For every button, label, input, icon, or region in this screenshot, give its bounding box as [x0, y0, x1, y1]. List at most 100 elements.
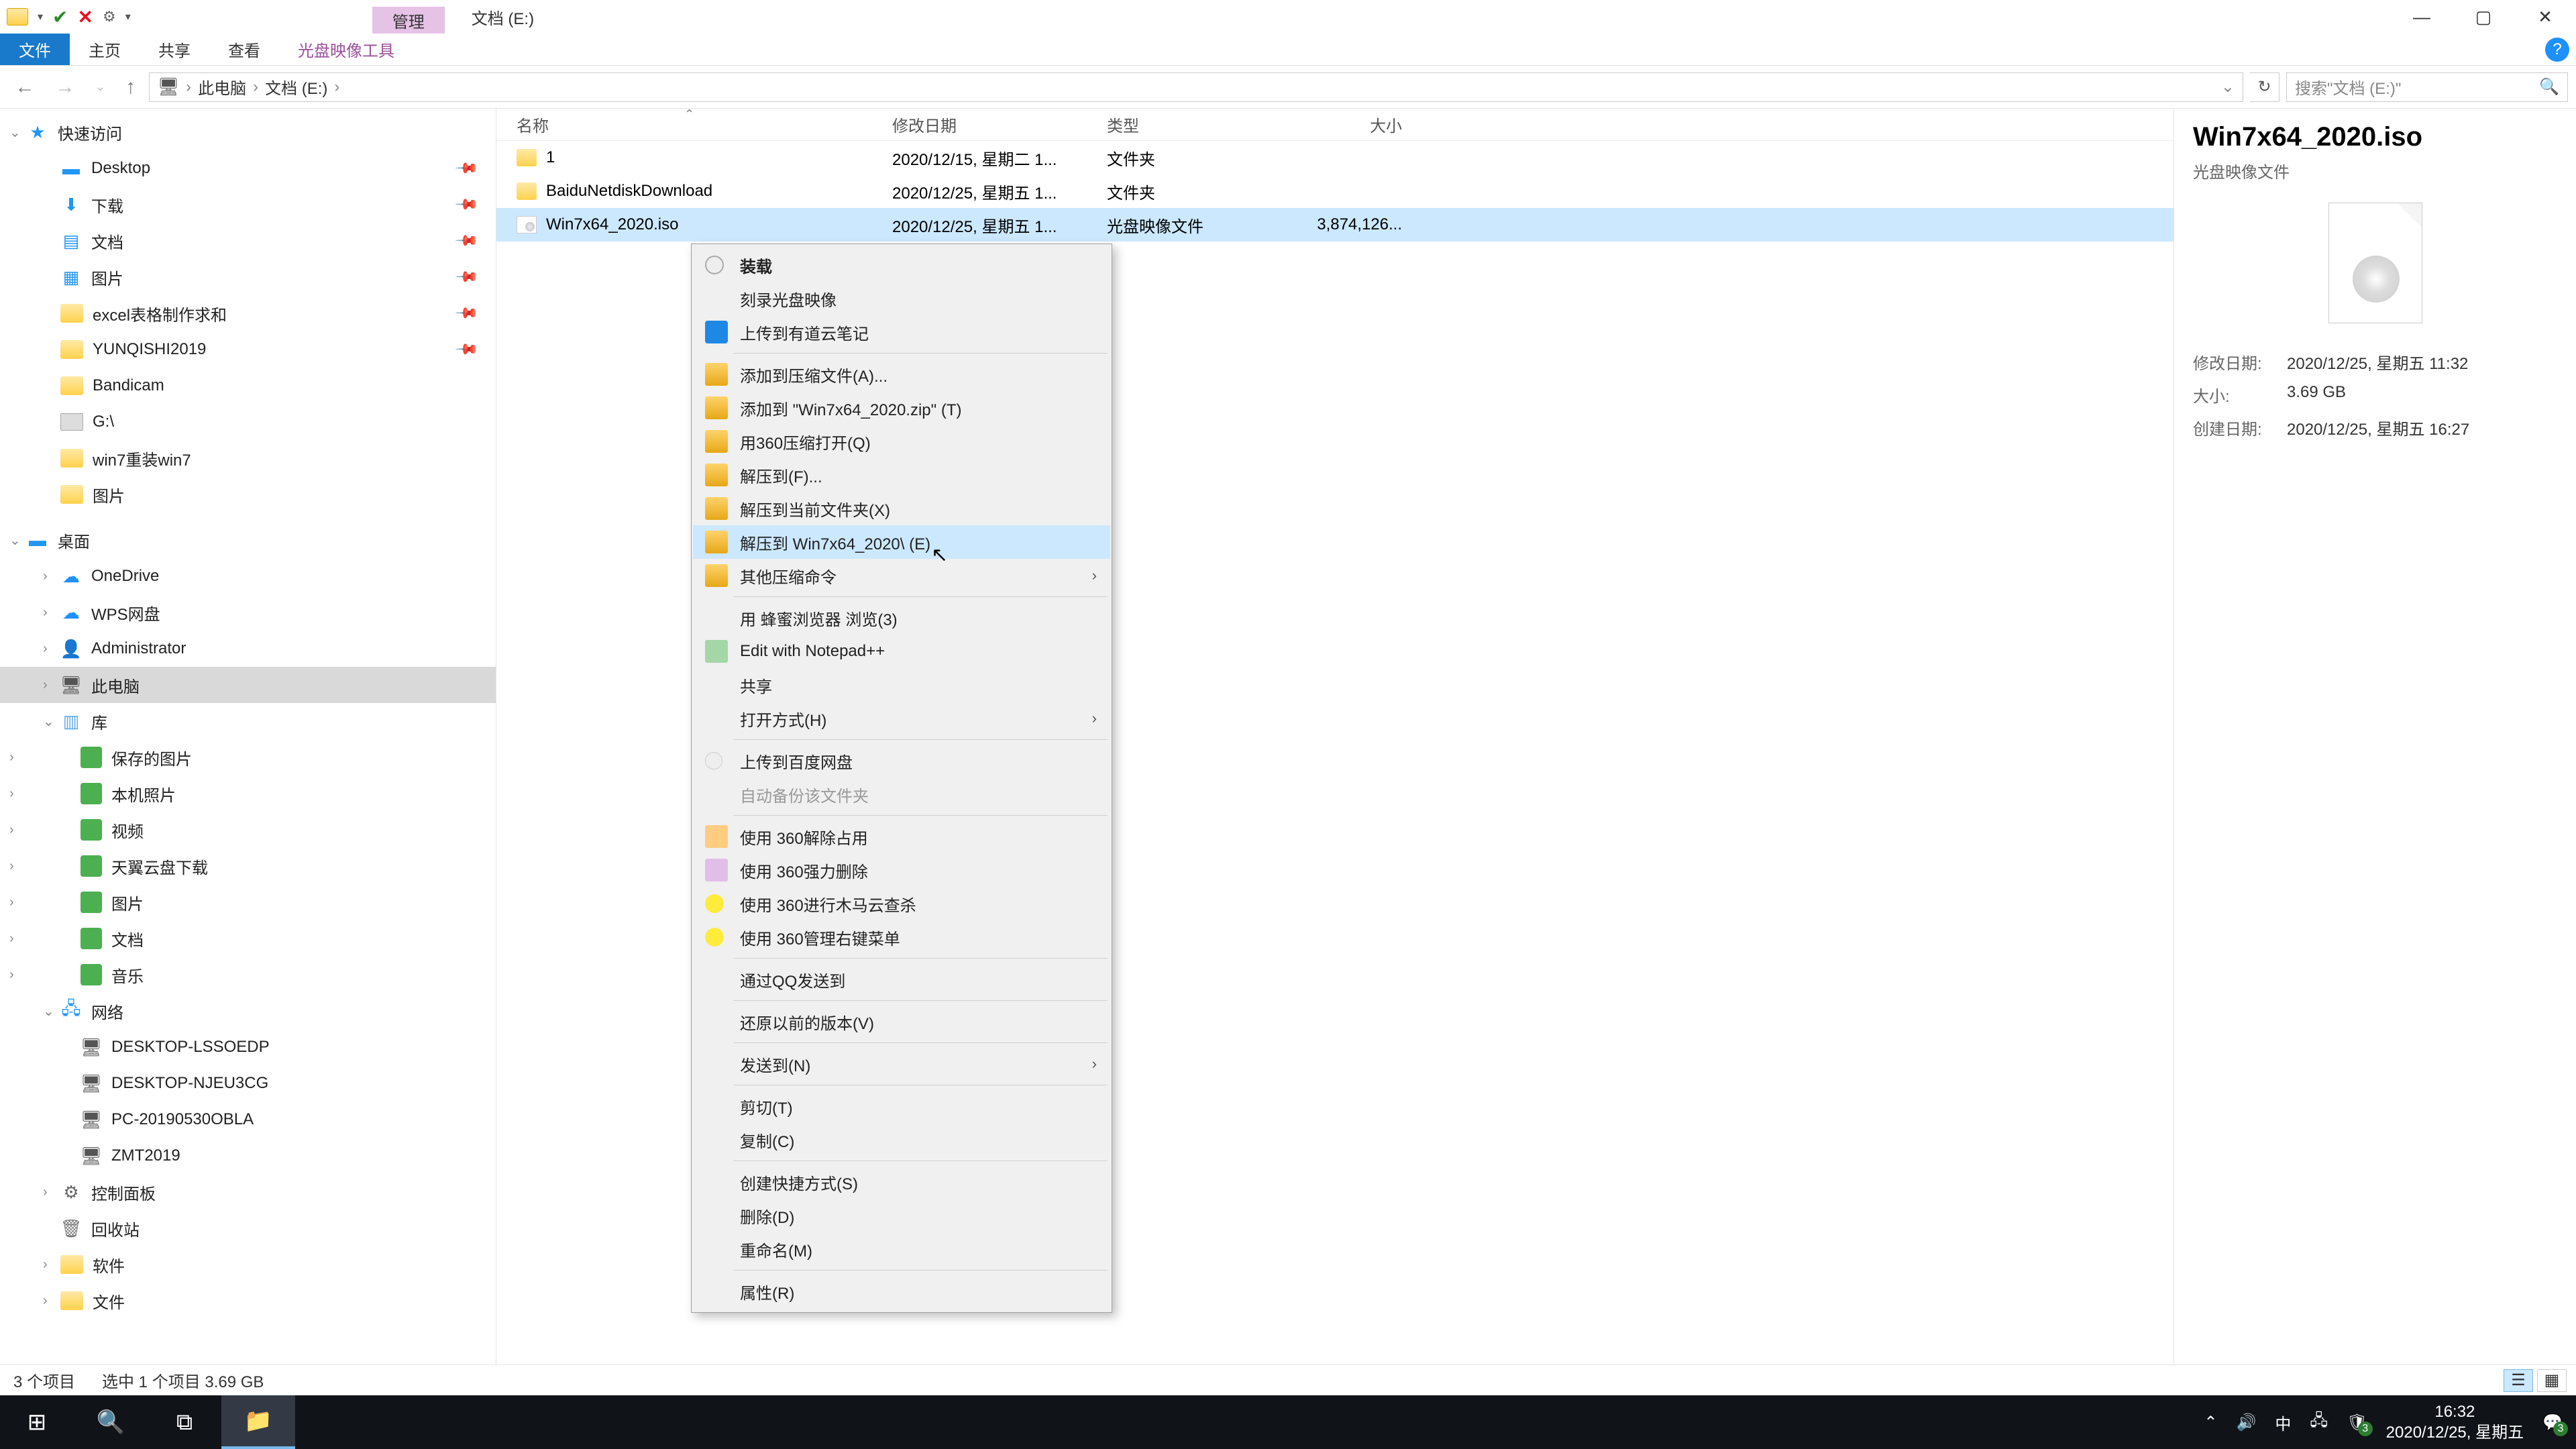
expand-icon[interactable]: ›: [9, 967, 14, 983]
qat-delete-icon[interactable]: ✕: [78, 6, 93, 28]
menu-item[interactable]: 解压到(F)...: [693, 458, 1110, 492]
expand-icon[interactable]: ›: [43, 1257, 48, 1273]
search-button[interactable]: 🔍: [74, 1395, 148, 1449]
expand-icon[interactable]: ›: [9, 786, 14, 802]
col-date[interactable]: 修改日期: [892, 113, 1107, 136]
tree-lib-item[interactable]: ›图片: [0, 884, 496, 920]
menu-item[interactable]: 上传到有道云笔记: [693, 315, 1110, 349]
menu-item[interactable]: 复制(C): [693, 1123, 1110, 1157]
col-type[interactable]: 类型: [1107, 113, 1295, 136]
qat-more-icon[interactable]: ▾: [125, 10, 131, 23]
menu-item[interactable]: 用360压缩打开(Q): [693, 425, 1110, 458]
menu-item[interactable]: 使用 360解除占用: [693, 820, 1110, 853]
menu-item[interactable]: 使用 360强力删除: [693, 853, 1110, 887]
menu-item[interactable]: 添加到压缩文件(A)...: [693, 358, 1110, 391]
app-icon[interactable]: [7, 8, 28, 25]
tree-recycle-bin[interactable]: 🗑回收站: [0, 1210, 496, 1246]
address-bar[interactable]: 🖥 › 此电脑 › 文档 (E:) › ⌄: [149, 72, 2243, 102]
menu-item[interactable]: 还原以前的版本(V): [693, 1005, 1110, 1038]
start-button[interactable]: ⊞: [0, 1395, 74, 1449]
expand-icon[interactable]: ›: [9, 859, 14, 874]
menu-item[interactable]: 解压到当前文件夹(X): [693, 492, 1110, 525]
recent-dropdown-icon[interactable]: ⌄: [89, 80, 112, 94]
forward-button[interactable]: →: [48, 76, 82, 99]
tree-desktop[interactable]: ▬Desktop📌: [0, 150, 496, 186]
tree-folder[interactable]: YUNQISHI2019📌: [0, 331, 496, 368]
col-size[interactable]: 大小: [1295, 113, 1429, 136]
back-button[interactable]: ←: [8, 76, 42, 99]
tree-folder[interactable]: 图片: [0, 476, 496, 513]
network-icon[interactable]: 🖧: [2310, 1409, 2328, 1436]
menu-item[interactable]: 解压到 Win7x64_2020\ (E): [693, 525, 1110, 559]
menu-item[interactable]: Edit with Notepad++: [693, 635, 1110, 668]
task-view-button[interactable]: ⧉: [148, 1395, 221, 1449]
tree-lib-item[interactable]: ›保存的图片: [0, 739, 496, 775]
tree-lib-item[interactable]: ›本机照片: [0, 775, 496, 812]
menu-item[interactable]: 删除(D): [693, 1199, 1110, 1232]
expand-icon[interactable]: ›: [9, 931, 14, 947]
qat-dropdown-icon[interactable]: ▾: [38, 10, 43, 23]
menu-item[interactable]: 共享: [693, 668, 1110, 702]
breadcrumb-sep-icon[interactable]: ›: [186, 78, 191, 97]
tree-folder[interactable]: excel表格制作求和📌: [0, 295, 496, 331]
up-button[interactable]: ↑: [119, 76, 142, 99]
tree-lib-item[interactable]: ›视频: [0, 812, 496, 848]
ime-indicator[interactable]: 中: [2275, 1411, 2291, 1434]
contextual-tab-manage[interactable]: 管理: [372, 7, 445, 34]
breadcrumb-root[interactable]: 此电脑: [198, 75, 246, 99]
tree-documents[interactable]: ▤文档📌: [0, 223, 496, 259]
file-row[interactable]: BaiduNetdiskDownload2020/12/25, 星期五 1...…: [496, 174, 2174, 208]
tree-wps[interactable]: ›☁WPS网盘: [0, 594, 496, 631]
tree-libraries[interactable]: ⌄▥库: [0, 703, 496, 739]
tree-network[interactable]: ⌄🖧网络: [0, 993, 496, 1029]
menu-item[interactable]: 打开方式(H)›: [693, 702, 1110, 735]
expand-icon[interactable]: ›: [9, 750, 14, 765]
expand-icon[interactable]: ›: [43, 1293, 48, 1309]
tree-desktop-root[interactable]: ⌄▬桌面: [0, 522, 496, 558]
menu-item[interactable]: 添加到 "Win7x64_2020.zip" (T): [693, 391, 1110, 425]
search-input[interactable]: 搜索"文档 (E:)" 🔍: [2286, 72, 2568, 102]
clock[interactable]: 16:32 2020/12/25, 星期五: [2386, 1401, 2524, 1443]
search-icon[interactable]: 🔍: [2539, 77, 2559, 97]
collapse-icon[interactable]: ⌄: [43, 1003, 54, 1020]
menu-item[interactable]: 使用 360进行木马云查杀: [693, 887, 1110, 920]
tab-share[interactable]: 共享: [140, 34, 209, 65]
tree-drive[interactable]: G:\: [0, 404, 496, 440]
menu-item[interactable]: 发送到(N)›: [693, 1047, 1110, 1081]
breadcrumb-sep-icon[interactable]: ›: [253, 78, 258, 97]
menu-item[interactable]: 重命名(M): [693, 1232, 1110, 1266]
menu-item[interactable]: 装载: [693, 248, 1110, 282]
tray-overflow-icon[interactable]: ⌃: [2204, 1413, 2217, 1432]
tree-folder[interactable]: win7重装win7: [0, 440, 496, 476]
breadcrumb-current[interactable]: 文档 (E:): [265, 75, 327, 99]
expand-icon[interactable]: ›: [9, 822, 14, 838]
expand-icon[interactable]: ›: [43, 569, 48, 584]
close-button[interactable]: ✕: [2514, 0, 2576, 34]
expand-icon[interactable]: ›: [43, 1185, 48, 1200]
menu-item[interactable]: 剪切(T): [693, 1089, 1110, 1123]
tree-net-pc[interactable]: 🖥ZMT2019: [0, 1138, 496, 1174]
expand-icon[interactable]: ›: [43, 678, 48, 693]
tree-quick-access[interactable]: ⌄★快速访问: [0, 114, 496, 150]
collapse-icon[interactable]: ⌄: [9, 124, 21, 141]
menu-item[interactable]: 上传到百度网盘: [693, 744, 1110, 777]
expand-icon[interactable]: ›: [9, 895, 14, 910]
help-icon[interactable]: ?: [2545, 38, 2569, 62]
file-row[interactable]: 12020/12/15, 星期二 1...文件夹: [496, 141, 2174, 174]
tree-control-panel[interactable]: ›⚙控制面板: [0, 1174, 496, 1210]
tree-net-pc[interactable]: 🖥DESKTOP-LSSOEDP: [0, 1029, 496, 1065]
tree-user[interactable]: ›👤Administrator: [0, 631, 496, 667]
tree-lib-item[interactable]: ›文档: [0, 920, 496, 957]
tab-file[interactable]: 文件: [0, 34, 70, 65]
maximize-button[interactable]: ▢: [2453, 0, 2514, 34]
tree-folder[interactable]: Bandicam: [0, 368, 496, 404]
minimize-button[interactable]: —: [2391, 0, 2453, 34]
refresh-button[interactable]: ↻: [2250, 72, 2279, 102]
action-center-icon[interactable]: 💬: [2542, 1413, 2563, 1432]
details-view-button[interactable]: ☰: [2504, 1369, 2533, 1392]
breadcrumb-sep-icon[interactable]: ›: [334, 78, 339, 97]
file-row[interactable]: Win7x64_2020.iso2020/12/25, 星期五 1...光盘映像…: [496, 208, 2174, 241]
tab-home[interactable]: 主页: [70, 34, 140, 65]
tree-lib-item[interactable]: ›音乐: [0, 957, 496, 993]
taskbar-explorer[interactable]: 📁: [221, 1395, 295, 1449]
